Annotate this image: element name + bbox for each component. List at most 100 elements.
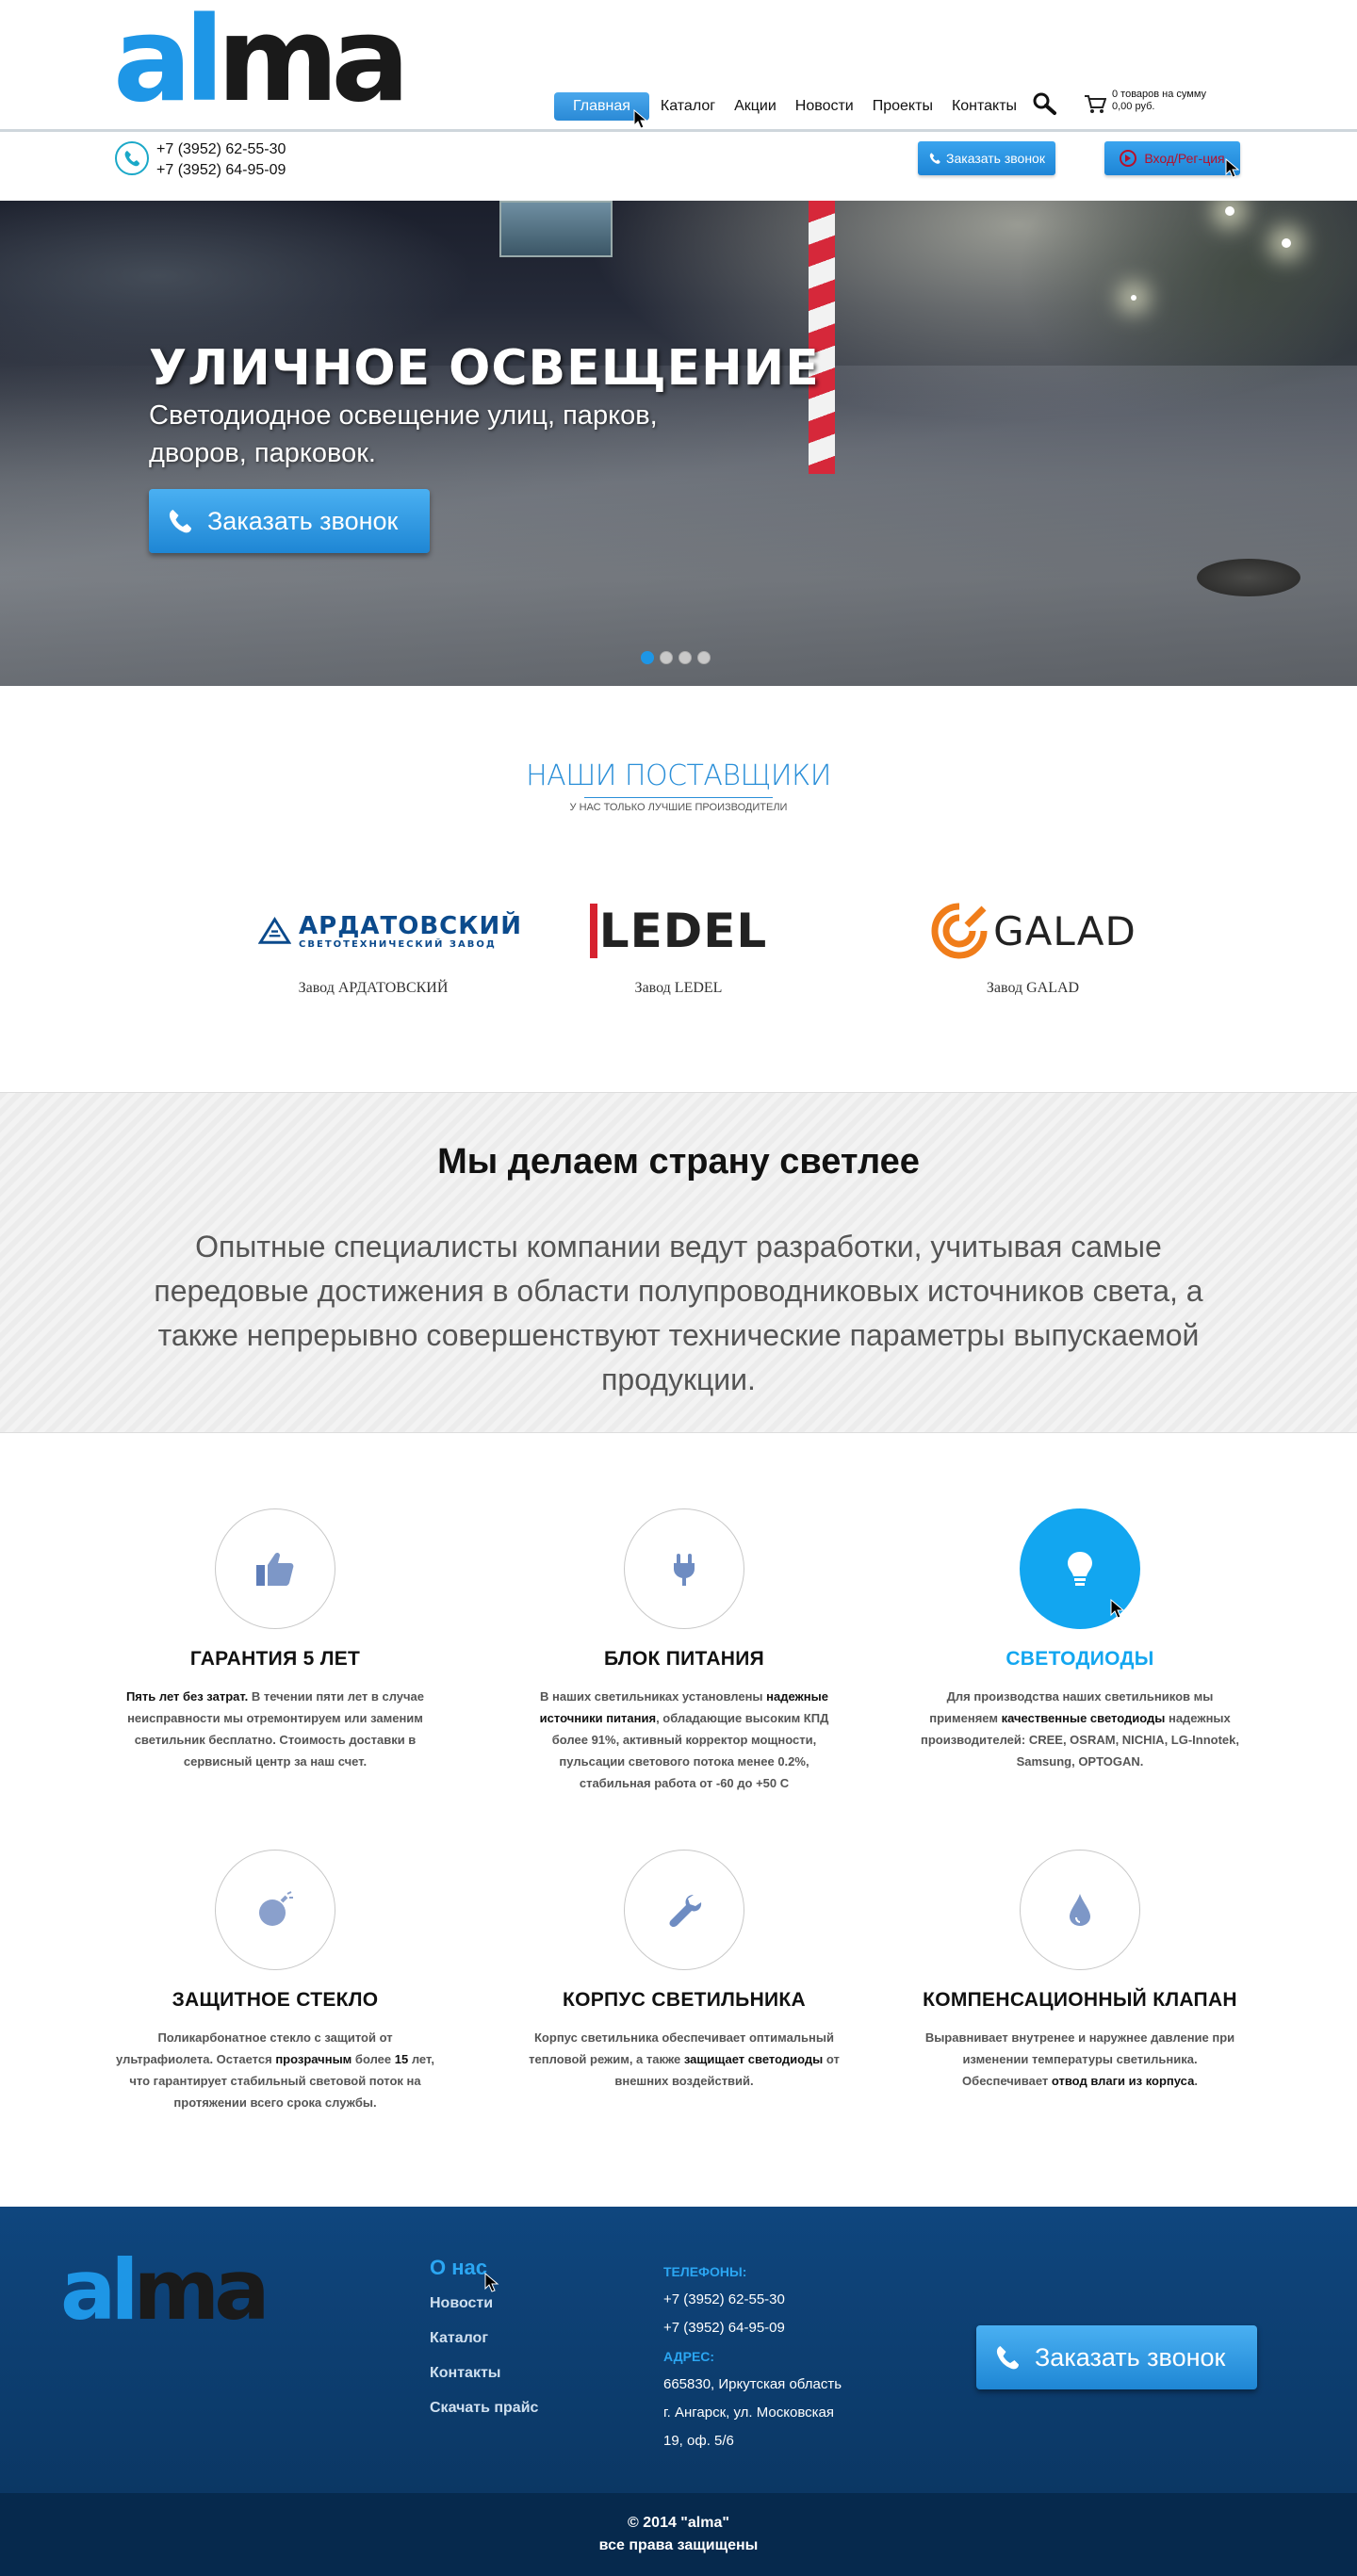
- footer-address-label: АДРЕС:: [663, 2349, 715, 2364]
- cart-text: 0 товаров на сумму 0,00 руб.: [1112, 89, 1206, 113]
- login-register-label: Вход/Рег-ция: [1144, 151, 1225, 166]
- footer-order-call-button[interactable]: Заказать звонок: [976, 2325, 1257, 2389]
- nav-item-contacts[interactable]: Контакты: [946, 92, 1022, 121]
- slider-dot[interactable]: [678, 651, 692, 664]
- phone-handset-icon: [169, 510, 191, 533]
- hero-subtitle: Светодиодное освещение улиц, парков, дво…: [149, 400, 658, 468]
- supplier-caption: Завод АРДАТОВСКИЙ: [298, 980, 449, 996]
- login-arrow-icon: [1120, 150, 1137, 167]
- slider-dot[interactable]: [660, 651, 673, 664]
- nav-item-news[interactable]: Новости: [790, 92, 859, 121]
- hero-title: УЛИЧНОЕ ОСВЕЩЕНИЕ: [149, 340, 820, 397]
- feature-compensation-valve: КОМПЕНСАЦИОННЫЙ КЛАПАН Выравнивает внутр…: [901, 1850, 1259, 2092]
- copyright-line-1: © 2014 "alma": [628, 2515, 729, 2531]
- cart-summary[interactable]: 0 товаров на сумму 0,00 руб.: [1084, 89, 1206, 115]
- feature-icon-circle[interactable]: [1020, 1850, 1140, 1970]
- feature-title: ЗАЩИТНОЕ СТЕКЛО: [172, 1989, 379, 2011]
- phone-handset-icon: [929, 153, 940, 164]
- lightbulb-icon: [1068, 1552, 1092, 1586]
- feature-description: Выравнивает внутренее и наружнее давлени…: [920, 2027, 1240, 2092]
- footer-nav-news[interactable]: Новости: [430, 2295, 538, 2312]
- ardatovsky-emblem-icon: [258, 916, 292, 944]
- suppliers-title-underline: [584, 797, 773, 798]
- logo-part-al: al: [113, 0, 224, 128]
- footer-contacts: ТЕЛЕФОНЫ: +7 (3952) 62-55-30 +7 (3952) 6…: [663, 2258, 842, 2455]
- phone-handset-icon: [996, 2346, 1019, 2370]
- slider-dots: [641, 651, 716, 664]
- footer-phone-1[interactable]: +7 (3952) 62-55-30: [663, 2286, 842, 2314]
- feature-description-bold: Пять лет без затрат.: [125, 1689, 249, 1704]
- search-icon[interactable]: [1031, 90, 1057, 117]
- thumbs-up-icon: [256, 1552, 294, 1586]
- motto-title: Мы делаем страну светлее: [437, 1142, 920, 1182]
- water-drop-icon: [1070, 1894, 1090, 1926]
- phone-number-2[interactable]: +7 (3952) 64-95-09: [156, 160, 286, 181]
- mouse-cursor-icon: [1110, 1599, 1125, 1619]
- hero-striped-pole: [809, 201, 835, 474]
- footer-phones-label: ТЕЛЕФОНЫ:: [663, 2264, 747, 2279]
- supplier-card-ledel[interactable]: LEDEL Завод LEDEL: [547, 893, 810, 997]
- suppliers-title: НАШИ ПОСТАВЩИКИ: [526, 759, 831, 792]
- wrench-icon: [669, 1895, 702, 1928]
- hero-billboard: [499, 201, 613, 257]
- logo-part-al: al: [60, 2242, 139, 2339]
- order-call-label: Заказать звонок: [946, 151, 1045, 166]
- footer-address-line: г. Ангарск, ул. Московская: [663, 2405, 834, 2421]
- footer-button-label: Заказать звонок: [1035, 2342, 1226, 2372]
- feature-icon-circle[interactable]: [624, 1508, 744, 1629]
- footer-nav-contacts[interactable]: Контакты: [430, 2365, 538, 2382]
- footer-nav-price-download[interactable]: Скачать прайс: [430, 2400, 538, 2417]
- mouse-cursor-icon: [1225, 158, 1240, 178]
- site-footer: alma О нас Новости Каталог Контакты Скач…: [0, 2207, 1357, 2493]
- motto-section: Мы делаем страну светлее Опытные специал…: [0, 1092, 1357, 1433]
- ledel-logo-text: LEDEL: [589, 904, 768, 958]
- feature-description-text: В наших светильниках установлены: [540, 1689, 767, 1704]
- feature-description-bold: прозрачным: [275, 2052, 352, 2066]
- main-nav: Главная Каталог Акции Новости Проекты Ко…: [554, 92, 1030, 121]
- ardatovsky-logo-sub: СВЕТОТЕХНИЧЕСКИЙ ЗАВОД: [299, 938, 497, 950]
- street-lamp-light: [1282, 238, 1291, 248]
- supplier-caption: Завод GALAD: [986, 980, 1080, 996]
- galad-logo: GALAD: [901, 893, 1165, 969]
- slider-dot[interactable]: [641, 651, 654, 664]
- nav-item-catalog[interactable]: Каталог: [655, 92, 721, 121]
- footer-phone-2[interactable]: +7 (3952) 64-95-09: [663, 2314, 842, 2342]
- footer-logo[interactable]: alma: [60, 2248, 270, 2333]
- street-lamp-light: [1131, 295, 1136, 301]
- feature-icon-circle[interactable]: [215, 1850, 335, 1970]
- feature-title: БЛОК ПИТАНИЯ: [603, 1648, 765, 1670]
- hero-order-call-button[interactable]: Заказать звонок: [149, 489, 430, 553]
- ardatovsky-logo: АРДАТОВСКИЙ СВЕТОТЕХНИЧЕСКИЙ ЗАВОД: [258, 893, 522, 969]
- suppliers-section: НАШИ ПОСТАВЩИКИ У НАС ТОЛЬКО ЛУЧШИЕ ПРОИ…: [0, 686, 1357, 1092]
- footer-nav-catalog[interactable]: Каталог: [430, 2330, 538, 2347]
- cart-count-label: 0 товаров на сумму: [1112, 89, 1207, 100]
- copyright-line-2: все права защищены: [598, 2537, 759, 2553]
- feature-icon-circle[interactable]: [624, 1850, 744, 1970]
- feature-icon-circle[interactable]: [215, 1508, 335, 1629]
- feature-housing: КОРПУС СВЕТИЛЬНИКА Корпус светильника об…: [505, 1850, 863, 2092]
- feature-description: Корпус светильника обеспечивает оптималь…: [524, 2027, 844, 2092]
- login-register-button[interactable]: Вход/Рег-ция: [1104, 141, 1240, 175]
- galad-logo-text: GALAD: [993, 907, 1136, 954]
- slider-dot[interactable]: [697, 651, 711, 664]
- feature-protective-glass: ЗАЩИТНОЕ СТЕКЛО Поликарбонатное стекло с…: [96, 1850, 454, 2113]
- motto-text: Опытные специалисты компании ведут разра…: [154, 1230, 1203, 1396]
- feature-description: В наших светильниках установлены надежны…: [524, 1686, 844, 1794]
- phone-number-1[interactable]: +7 (3952) 62-55-30: [156, 139, 286, 160]
- cart-total: 0,00 руб.: [1112, 101, 1155, 112]
- feature-description-bold: отвод влаги из корпуса: [1051, 2074, 1195, 2088]
- nav-item-projects[interactable]: Проекты: [867, 92, 939, 121]
- supplier-card-ardatovsky[interactable]: АРДАТОВСКИЙ СВЕТОТЕХНИЧЕСКИЙ ЗАВОД Завод…: [258, 893, 522, 997]
- ledel-logo: LEDEL: [547, 893, 810, 969]
- site-logo[interactable]: alma: [113, 2, 410, 119]
- nav-item-promotions[interactable]: Акции: [728, 92, 782, 121]
- feature-description: Поликарбонатное стекло с защитой от ульт…: [115, 2027, 435, 2113]
- hero-manhole: [1197, 559, 1300, 596]
- order-call-button[interactable]: Заказать звонок: [918, 141, 1055, 175]
- bomb-icon: [259, 1891, 293, 1926]
- hero-slider: УЛИЧНОЕ ОСВЕЩЕНИЕ Светодиодное освещение…: [0, 201, 1357, 686]
- supplier-card-galad[interactable]: GALAD Завод GALAD: [901, 893, 1165, 997]
- feature-description-bold: качественные светодиоды: [1001, 1711, 1166, 1725]
- galad-emblem-icon: [931, 903, 988, 959]
- header-phones: +7 (3952) 62-55-30 +7 (3952) 64-95-09: [156, 139, 286, 181]
